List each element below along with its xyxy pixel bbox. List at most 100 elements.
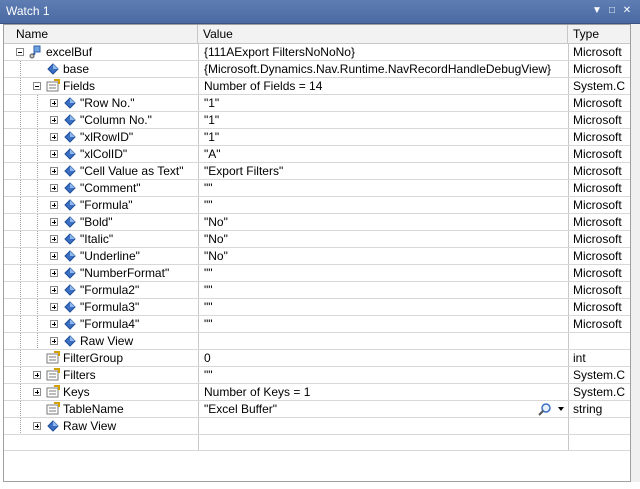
value-cell[interactable]: Number of Keys = 1 — [198, 384, 568, 400]
expand-icon[interactable] — [50, 201, 58, 209]
close-icon[interactable]: ✕ — [620, 4, 634, 18]
value-cell[interactable]: "A" — [198, 146, 568, 162]
watch-row[interactable]: "Bold" "No" Microsoft — [4, 214, 630, 231]
expand-icon[interactable] — [50, 286, 58, 294]
expand-icon[interactable] — [50, 99, 58, 107]
value-cell[interactable] — [198, 435, 568, 450]
value-cell[interactable] — [198, 333, 568, 349]
maximize-icon[interactable]: □ — [605, 4, 619, 18]
empty-row[interactable] — [4, 435, 630, 451]
value-cell[interactable]: "Excel Buffer" — [198, 401, 568, 417]
expand-icon[interactable] — [33, 371, 41, 379]
column-name-header[interactable]: Name — [4, 25, 198, 43]
collapse-icon[interactable] — [16, 48, 24, 56]
field-icon — [46, 419, 60, 433]
value-cell[interactable]: "" — [198, 265, 568, 281]
expand-icon[interactable] — [50, 252, 58, 260]
expand-icon[interactable] — [50, 269, 58, 277]
value-cell[interactable]: "" — [198, 180, 568, 196]
field-icon — [63, 300, 77, 314]
watch-row[interactable]: Raw View — [4, 418, 630, 435]
tree-line — [20, 333, 21, 349]
expand-icon[interactable] — [50, 167, 58, 175]
value-cell[interactable]: {Microsoft.Dynamics.Nav.Runtime.NavRecor… — [198, 61, 568, 77]
expand-icon[interactable] — [50, 303, 58, 311]
expand-icon[interactable] — [50, 337, 58, 345]
watch-row[interactable]: base {Microsoft.Dynamics.Nav.Runtime.NavR… — [4, 61, 630, 78]
watch-row[interactable]: "Comment" "" Microsoft — [4, 180, 630, 197]
watch-row[interactable]: "Formula2" "" Microsoft — [4, 282, 630, 299]
value-cell[interactable] — [198, 418, 568, 434]
type-cell: Microsoft — [568, 180, 630, 196]
column-value-header[interactable]: Value — [198, 25, 568, 43]
row-name: "Formula" — [80, 198, 133, 212]
watch-row[interactable]: Filters "" System.C — [4, 367, 630, 384]
value-cell[interactable]: "1" — [198, 112, 568, 128]
watch-row[interactable]: "Column No." "1" Microsoft — [4, 112, 630, 129]
name-cell: "Formula4" — [4, 316, 198, 332]
value-cell[interactable]: "No" — [198, 248, 568, 264]
value-cell[interactable]: "1" — [198, 129, 568, 145]
watch-row[interactable]: Fields Number of Fields = 14 System.C — [4, 78, 630, 95]
collapse-icon[interactable] — [33, 82, 41, 90]
expand-icon[interactable] — [50, 218, 58, 226]
value-cell[interactable]: "No" — [198, 214, 568, 230]
watch-row[interactable]: "xlRowID" "1" Microsoft — [4, 129, 630, 146]
value-cell[interactable]: "" — [198, 367, 568, 383]
expand-icon[interactable] — [50, 150, 58, 158]
type-cell: Microsoft — [568, 129, 630, 145]
tree-line — [37, 316, 38, 332]
value-cell[interactable]: 0 — [198, 350, 568, 366]
search-icon[interactable] — [538, 402, 552, 416]
expand-icon[interactable] — [33, 422, 41, 430]
value-cell[interactable]: "Export Filters" — [198, 163, 568, 179]
field-icon — [63, 164, 77, 178]
type-cell: Microsoft — [568, 44, 630, 60]
watch-row[interactable]: "Cell Value as Text" "Export Filters" Micr… — [4, 163, 630, 180]
tree-line — [20, 78, 21, 94]
type-cell: Microsoft — [568, 95, 630, 111]
watch-row[interactable]: "Formula4" "" Microsoft — [4, 316, 630, 333]
value-cell[interactable]: {111AExport FiltersNoNoNo} — [198, 44, 568, 60]
watch-row[interactable]: Keys Number of Keys = 1 System.C — [4, 384, 630, 401]
dropdown-icon[interactable]: ▼ — [590, 4, 604, 18]
type-cell: Microsoft — [568, 163, 630, 179]
watch-row[interactable]: "Italic" "No" Microsoft — [4, 231, 630, 248]
value-cell[interactable]: Number of Fields = 14 — [198, 78, 568, 94]
expand-icon[interactable] — [33, 388, 41, 396]
watch-row[interactable]: "Formula" "" Microsoft — [4, 197, 630, 214]
expand-icon[interactable] — [50, 184, 58, 192]
value-cell[interactable]: "" — [198, 282, 568, 298]
row-name: FilterGroup — [63, 351, 124, 365]
expand-icon[interactable] — [50, 235, 58, 243]
watch-row[interactable]: "Formula3" "" Microsoft — [4, 299, 630, 316]
watch-row[interactable]: FilterGroup 0 int — [4, 350, 630, 367]
chevron-down-icon[interactable] — [558, 407, 564, 411]
expand-icon[interactable] — [50, 116, 58, 124]
watch-row[interactable]: "xlColID" "A" Microsoft — [4, 146, 630, 163]
tree-line — [20, 282, 21, 298]
row-name: "Italic" — [80, 232, 114, 246]
watch-row[interactable]: Raw View — [4, 333, 630, 350]
name-cell: "Formula2" — [4, 282, 198, 298]
name-cell: Keys — [4, 384, 198, 400]
row-name: Keys — [63, 385, 90, 399]
value-cell[interactable]: "1" — [198, 95, 568, 111]
property-icon — [46, 351, 60, 365]
value-cell[interactable]: "" — [198, 299, 568, 315]
expand-icon[interactable] — [50, 320, 58, 328]
watch-row[interactable]: TableName "Excel Buffer" string — [4, 401, 630, 418]
watch-row[interactable]: "Row No." "1" Microsoft — [4, 95, 630, 112]
value-cell[interactable]: "No" — [198, 231, 568, 247]
tree-line — [37, 265, 38, 281]
watch-row[interactable]: "NumberFormat" "" Microsoft — [4, 265, 630, 282]
watch-row[interactable]: "Underline" "No" Microsoft — [4, 248, 630, 265]
tree-line — [20, 214, 21, 230]
watch-row[interactable]: excelBuf {111AExport FiltersNoNoNo} Micros… — [4, 44, 630, 61]
value-cell[interactable]: "" — [198, 316, 568, 332]
value-cell[interactable]: "" — [198, 197, 568, 213]
expand-icon[interactable] — [50, 133, 58, 141]
name-cell: excelBuf — [4, 44, 198, 60]
scrollbar[interactable] — [631, 24, 640, 482]
column-type-header[interactable]: Type — [568, 25, 630, 43]
